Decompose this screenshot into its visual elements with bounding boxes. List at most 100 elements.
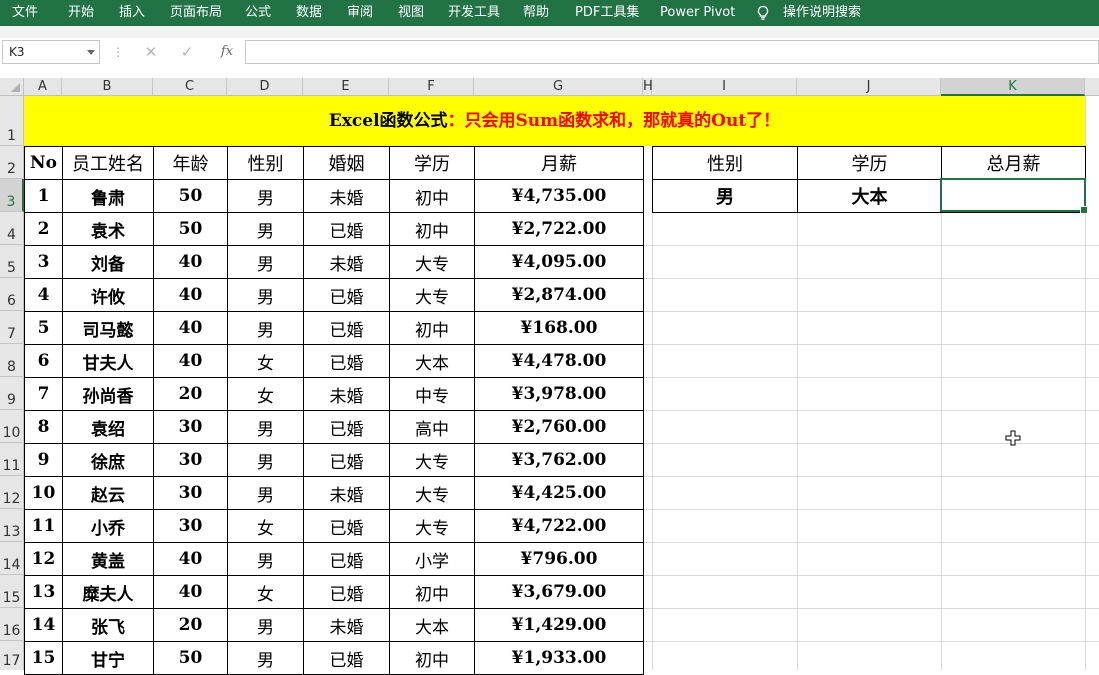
cell-no[interactable]: 3 [24, 245, 63, 279]
row-header-9[interactable]: 9 [0, 377, 24, 410]
tab-view[interactable]: 视图 [398, 0, 424, 26]
column-header-j[interactable]: J [797, 78, 941, 96]
column-header-f[interactable]: F [389, 78, 474, 96]
cell-education[interactable]: 高中 [389, 410, 475, 444]
cell-salary[interactable]: ¥1,429.00 [474, 608, 644, 642]
column-header-e[interactable]: E [303, 78, 389, 96]
cell-education[interactable]: 大专 [389, 443, 475, 477]
cell-salary[interactable]: ¥2,874.00 [474, 278, 644, 312]
cell-no[interactable]: 1 [24, 179, 63, 213]
cell-age[interactable]: 50 [153, 179, 228, 213]
tell-me-search[interactable]: 操作说明搜索 [783, 0, 861, 26]
cell-education[interactable]: 初中 [389, 179, 475, 213]
cell-age[interactable]: 20 [153, 377, 228, 411]
cell-marriage[interactable]: 已婚 [303, 344, 390, 378]
row-header-6[interactable]: 6 [0, 278, 24, 311]
name-box[interactable]: K3 [2, 40, 100, 64]
cell-gender[interactable]: 男 [227, 278, 304, 312]
cell-age[interactable]: 40 [153, 311, 228, 345]
cell-age[interactable]: 30 [153, 476, 228, 510]
fill-handle[interactable] [1080, 206, 1088, 214]
row-header-10[interactable]: 10 [0, 410, 24, 443]
row-header-1[interactable]: 1 [0, 96, 24, 146]
cell-marriage[interactable]: 未婚 [303, 179, 390, 213]
cell-name[interactable]: 袁术 [62, 212, 154, 246]
cell-no[interactable]: 8 [24, 410, 63, 444]
cell-no[interactable]: 9 [24, 443, 63, 477]
tab-page-layout[interactable]: 页面布局 [170, 0, 222, 26]
cell-education[interactable]: 大专 [389, 245, 475, 279]
column-header-h[interactable]: H [643, 78, 653, 96]
row-header-13[interactable]: 13 [0, 509, 24, 542]
cell-name[interactable]: 糜夫人 [62, 575, 154, 609]
cell-salary[interactable]: ¥4,425.00 [474, 476, 644, 510]
criteria-education-value[interactable]: 大本 [797, 179, 942, 213]
sheet-title-cell[interactable]: Excel函数公式：只会用Sum函数求和，那就真的Out了！ [24, 96, 1085, 146]
row-header-2[interactable]: 2 [0, 146, 24, 179]
cell-salary[interactable]: ¥796.00 [474, 542, 644, 576]
cell-age[interactable]: 50 [153, 212, 228, 246]
row-header-5[interactable]: 5 [0, 245, 24, 278]
active-cell-selection[interactable] [940, 178, 1088, 214]
cell-salary[interactable]: ¥3,978.00 [474, 377, 644, 411]
cell-gender[interactable]: 男 [227, 311, 304, 345]
cell-age[interactable]: 40 [153, 278, 228, 312]
row-header-16[interactable]: 16 [0, 608, 24, 641]
column-header-a[interactable]: A [24, 78, 62, 96]
cell-gender[interactable]: 男 [227, 476, 304, 510]
cell-marriage[interactable]: 未婚 [303, 377, 390, 411]
tab-home[interactable]: 开始 [68, 0, 94, 26]
header-education[interactable]: 学历 [389, 146, 475, 180]
cell-marriage[interactable]: 已婚 [303, 443, 390, 477]
cell-age[interactable]: 40 [153, 245, 228, 279]
cell-name[interactable]: 甘夫人 [62, 344, 154, 378]
cell-no[interactable]: 10 [24, 476, 63, 510]
cell-name[interactable]: 徐庶 [62, 443, 154, 477]
cell-education[interactable]: 小学 [389, 542, 475, 576]
tab-help[interactable]: 帮助 [523, 0, 549, 26]
criteria-header-gender[interactable]: 性别 [652, 146, 798, 180]
cell-education[interactable]: 大本 [389, 608, 475, 642]
row-header-17[interactable]: 17 [0, 641, 24, 670]
cell-marriage[interactable]: 已婚 [303, 278, 390, 312]
cell-name[interactable]: 鲁肃 [62, 179, 154, 213]
cell-name[interactable]: 小乔 [62, 509, 154, 543]
tab-insert[interactable]: 插入 [119, 0, 145, 26]
cell-marriage[interactable]: 已婚 [303, 542, 390, 576]
cell-age[interactable]: 30 [153, 509, 228, 543]
cell-gender[interactable]: 男 [227, 608, 304, 642]
criteria-gender-value[interactable]: 男 [652, 179, 798, 213]
cell-salary[interactable]: ¥4,478.00 [474, 344, 644, 378]
cell-marriage[interactable]: 已婚 [303, 509, 390, 543]
cell-education[interactable]: 大专 [389, 278, 475, 312]
cell-marriage[interactable]: 已婚 [303, 575, 390, 609]
cell-no[interactable]: 4 [24, 278, 63, 312]
cell-salary[interactable]: ¥3,679.00 [474, 575, 644, 609]
cell-salary[interactable]: ¥4,735.00 [474, 179, 644, 213]
cell-gender[interactable]: 女 [227, 344, 304, 378]
column-header-g[interactable]: G [474, 78, 643, 96]
cell-age[interactable]: 40 [153, 575, 228, 609]
column-header-b[interactable]: B [62, 78, 153, 96]
row-header-15[interactable]: 15 [0, 575, 24, 608]
cell-salary[interactable]: ¥2,722.00 [474, 212, 644, 246]
cell-name[interactable]: 司马懿 [62, 311, 154, 345]
lightbulb-icon[interactable] [755, 5, 771, 21]
cell-salary[interactable]: ¥4,095.00 [474, 245, 644, 279]
cell-marriage[interactable]: 未婚 [303, 476, 390, 510]
cell-salary[interactable]: ¥4,722.00 [474, 509, 644, 543]
cell-gender[interactable]: 男 [227, 212, 304, 246]
cell-age[interactable]: 20 [153, 608, 228, 642]
header-name[interactable]: 员工姓名 [62, 146, 154, 180]
cell-education[interactable]: 初中 [389, 311, 475, 345]
cell-no[interactable]: 7 [24, 377, 63, 411]
cell-marriage[interactable]: 已婚 [303, 410, 390, 444]
cell-gender[interactable]: 女 [227, 575, 304, 609]
cell-name[interactable]: 刘备 [62, 245, 154, 279]
header-age[interactable]: 年龄 [153, 146, 228, 180]
tab-developer[interactable]: 开发工具 [448, 0, 500, 26]
cell-age[interactable]: 40 [153, 344, 228, 378]
column-header-d[interactable]: D [227, 78, 303, 96]
formula-input[interactable] [245, 40, 1099, 64]
tab-data[interactable]: 数据 [296, 0, 322, 26]
